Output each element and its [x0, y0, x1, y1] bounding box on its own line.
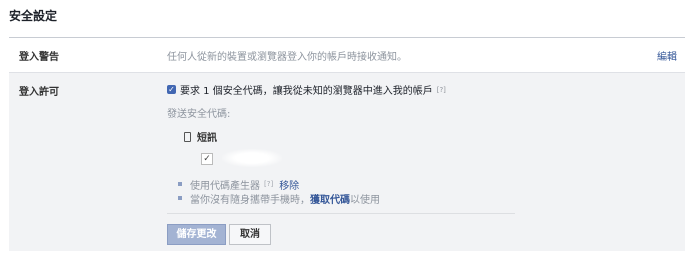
redacted-phone-number — [222, 149, 282, 167]
remove-link[interactable]: 移除 — [279, 177, 299, 192]
save-changes-button[interactable]: 儲存更改 — [167, 224, 226, 245]
sms-label: 短訊 — [197, 133, 217, 144]
send-code-label: 發送安全代碼: — [167, 109, 231, 120]
mobile-phone-icon — [184, 131, 191, 142]
list-item: 當你沒有隨身攜帶手機時， 獲取代碼 以使用 — [167, 191, 380, 206]
no-phone-text: 當你沒有隨身攜帶手機時， — [190, 194, 310, 206]
no-phone-text-end: 以使用 — [350, 194, 380, 206]
login-alerts-description: 任何人從新的裝置或瀏覽器登入你的帳戶時接收通知。 — [167, 52, 407, 63]
login-alerts-label: 登入警告 — [19, 52, 59, 63]
require-code-text: 要求 1 個安全代碼，讓我從未知的瀏覽器中進入我的帳戶 — [180, 86, 433, 97]
login-approvals-label: 登入許可 — [19, 87, 59, 98]
login-approvals-row: 登入許可 ✓ 要求 1 個安全代碼，讓我從未知的瀏覽器中進入我的帳戶 [?] 發… — [9, 73, 685, 251]
form-divider — [167, 213, 515, 214]
require-code-option[interactable]: ✓ 要求 1 個安全代碼，讓我從未知的瀏覽器中進入我的帳戶 [?] — [167, 82, 446, 97]
cancel-button[interactable]: 取消 — [229, 224, 271, 245]
get-codes-link[interactable]: 獲取代碼 — [310, 191, 350, 206]
code-options-list: 使用代碼產生器 [?] 移除 當你沒有隨身攜帶手機時， 獲取代碼 以使用 — [167, 177, 380, 206]
code-generator-text: 使用代碼產生器 — [190, 180, 260, 192]
bullet-icon — [178, 196, 182, 200]
require-code-checkbox[interactable]: ✓ — [167, 85, 176, 94]
page-title: 安全設定 — [9, 9, 58, 23]
edit-link[interactable]: 編輯 — [657, 48, 677, 63]
help-icon[interactable]: [?] — [437, 86, 446, 94]
bullet-icon — [178, 182, 182, 186]
phone-number-checkbox[interactable]: ✓ — [201, 153, 213, 165]
code-generator-help-icon[interactable]: [?] — [264, 180, 273, 188]
login-alerts-row: 登入警告 任何人從新的裝置或瀏覽器登入你的帳戶時接收通知。 編輯 — [9, 38, 685, 73]
list-item: 使用代碼產生器 [?] 移除 — [167, 177, 380, 192]
sms-method: 短訊 — [184, 129, 217, 144]
